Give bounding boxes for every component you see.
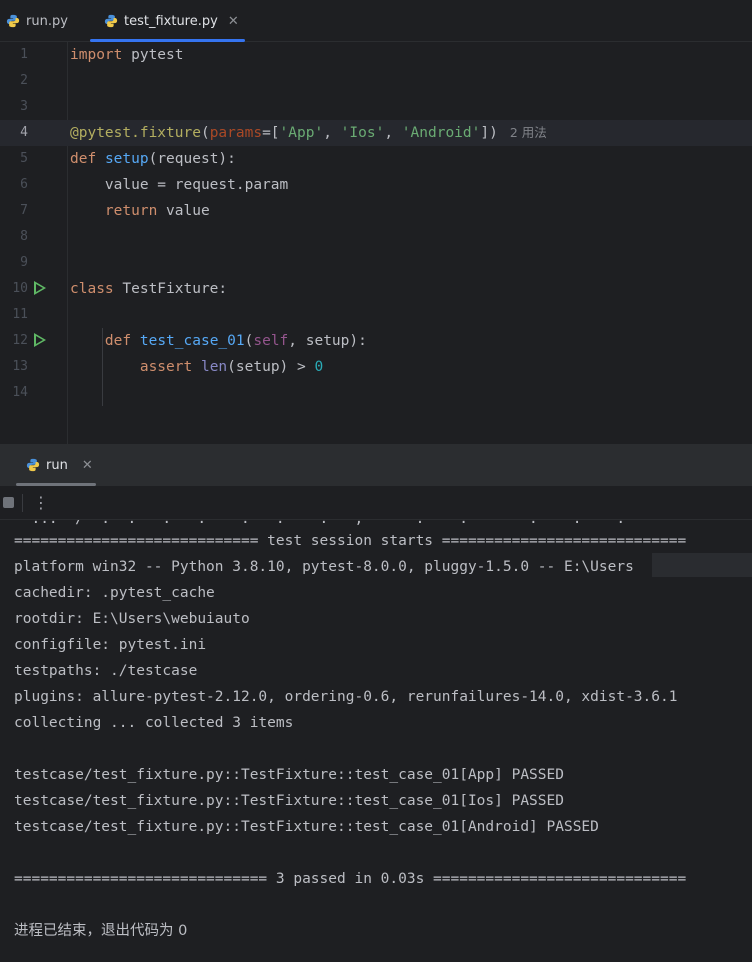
line-number: 3 xyxy=(20,99,28,114)
line-number: 8 xyxy=(20,229,28,244)
run-tab[interactable]: run ✕ xyxy=(26,444,93,486)
console-line: platform win32 -- Python 3.8.10, pytest-… xyxy=(14,559,634,575)
console-line: ============================ test sessio… xyxy=(14,533,687,549)
test-result-line: testcase/test_fixture.py::TestFixture::t… xyxy=(14,793,564,809)
code-line: 9 xyxy=(0,250,752,276)
python-file-icon xyxy=(104,14,118,28)
code-line: 14 xyxy=(0,380,752,406)
code-line: 1 import pytest xyxy=(0,42,752,68)
close-tab-icon[interactable]: ✕ xyxy=(228,14,239,29)
line-number: 12 xyxy=(12,333,28,348)
param-name: params xyxy=(209,125,263,141)
code-line: 3 xyxy=(0,94,752,120)
line-number: 9 xyxy=(20,255,28,270)
code-editor[interactable]: 1 import pytest 2 3 4 @pytest.fixture(pa… xyxy=(0,42,752,444)
code-text: (setup) > xyxy=(227,359,315,375)
code-text: value = request.param xyxy=(70,177,289,193)
code-line: 6 value = request.param xyxy=(0,172,752,198)
console-line: configfile: pytest.ini xyxy=(14,637,207,653)
tab-test-fixture-py[interactable]: test_fixture.py ✕ xyxy=(90,0,245,42)
self-keyword: self xyxy=(253,333,289,349)
tab-label: run.py xyxy=(26,13,68,29)
editor-tab-bar: run.py test_fixture.py ✕ xyxy=(0,0,752,42)
console-line: collecting ... collected 3 items xyxy=(14,715,294,731)
code-text: ]) xyxy=(480,125,498,141)
string-literal: 'Ios' xyxy=(340,125,385,141)
function-name: setup xyxy=(104,151,149,167)
line-number: 10 xyxy=(12,281,28,296)
usages-hint[interactable]: 2 用法 xyxy=(510,125,547,140)
keyword: return xyxy=(104,203,158,219)
run-test-icon[interactable] xyxy=(34,281,46,295)
console-line: plugins: allure-pytest-2.12.0, ordering-… xyxy=(14,689,678,705)
code-line: 8 xyxy=(0,224,752,250)
run-test-icon[interactable] xyxy=(34,333,46,347)
line-number: 4 xyxy=(20,125,28,140)
toolbar-divider xyxy=(22,494,23,512)
code-line: 2 xyxy=(0,68,752,94)
code-text: , xyxy=(384,125,402,141)
code-text: , setup): xyxy=(288,333,367,349)
code-line: 5 def setup(request): xyxy=(0,146,752,172)
test-result-line: testcase/test_fixture.py::TestFixture::t… xyxy=(14,819,599,835)
string-literal: 'App' xyxy=(279,125,324,141)
run-toolbar: ⋮ xyxy=(0,486,752,520)
line-number: 6 xyxy=(20,177,28,192)
current-code-line: 4 @pytest.fixture(params=['App', 'Ios', … xyxy=(0,120,752,146)
run-console-output[interactable]: ... / . . . . . . . , . . . . . ========… xyxy=(0,520,752,962)
function-name: test_case_01 xyxy=(139,333,245,349)
code-line: 12 def test_case_01(self, setup): xyxy=(0,328,752,354)
line-number: 1 xyxy=(20,47,28,62)
line-number: 11 xyxy=(12,307,28,322)
decorator: @pytest.fixture xyxy=(70,125,201,141)
tab-label: test_fixture.py xyxy=(124,13,218,29)
console-line: rootdir: E:\Users\webuiauto xyxy=(14,611,250,627)
keyword: class xyxy=(70,281,114,297)
stop-icon[interactable] xyxy=(3,497,14,508)
keyword: def xyxy=(70,151,97,167)
line-number: 13 xyxy=(12,359,28,374)
console-line: cachedir: .pytest_cache xyxy=(14,585,215,601)
summary-line: ============================= 3 passed i… xyxy=(14,871,687,887)
code-line: 7 return value xyxy=(0,198,752,224)
code-text: =[ xyxy=(262,125,280,141)
console-line: testpaths: ./testcase xyxy=(14,663,198,679)
code-text: ( xyxy=(200,125,210,141)
keyword: assert xyxy=(139,359,193,375)
number-literal: 0 xyxy=(314,359,324,375)
exit-code-line: 进程已结束，退出代码为 0 xyxy=(14,923,188,939)
close-run-tab-icon[interactable]: ✕ xyxy=(82,458,93,473)
code-text: value xyxy=(157,203,210,219)
code-text: TestFixture: xyxy=(113,281,228,297)
line-number: 7 xyxy=(20,203,28,218)
indent-guide xyxy=(102,328,103,406)
line-number: 14 xyxy=(12,385,28,400)
string-literal: 'Android' xyxy=(401,125,481,141)
code-text: , xyxy=(323,125,341,141)
run-tab-label: run xyxy=(46,457,68,473)
code-text: pytest xyxy=(122,47,184,63)
more-options-icon[interactable]: ⋮ xyxy=(33,490,49,516)
line-number: 2 xyxy=(20,73,28,88)
builtin-function: len xyxy=(200,359,228,375)
python-file-icon xyxy=(6,14,20,28)
redacted-path-area xyxy=(652,553,752,577)
python-run-icon xyxy=(26,458,40,472)
test-result-line: testcase/test_fixture.py::TestFixture::t… xyxy=(14,767,564,783)
code-line: 11 xyxy=(0,302,752,328)
code-line: 10 class TestFixture: xyxy=(0,276,752,302)
code-text: (request): xyxy=(148,151,236,167)
keyword: def xyxy=(104,333,132,349)
code-line: 13 assert len(setup) > 0 xyxy=(0,354,752,380)
keyword: import xyxy=(70,47,123,63)
line-number: 5 xyxy=(20,151,28,166)
run-tool-window-header: run ✕ xyxy=(0,444,752,486)
tab-run-py[interactable]: run.py xyxy=(6,0,68,42)
